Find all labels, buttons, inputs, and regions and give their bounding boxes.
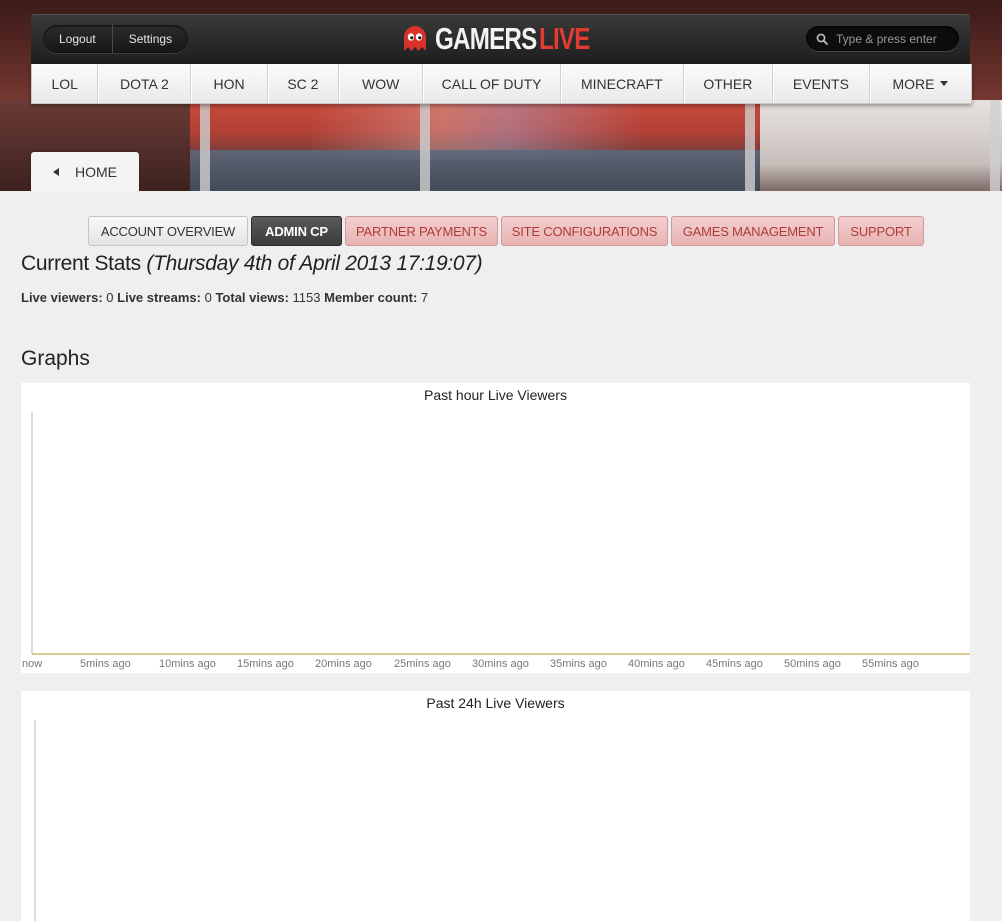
nav-item-more[interactable]: MORE xyxy=(870,64,971,103)
nav-item-label: EVENTS xyxy=(792,75,849,92)
nav-item-label: MINECRAFT xyxy=(581,75,663,92)
x-tick-label: 5mins ago xyxy=(80,658,131,670)
nav-item-other[interactable]: OTHER xyxy=(684,64,773,103)
header-banner: Logout Settings GAMERS LIVE LOL DOTA 2 HON… xyxy=(0,0,1002,191)
chart-title: Past 24h Live Viewers xyxy=(426,695,565,711)
live-streams-label: Live streams: xyxy=(117,290,201,305)
logo-word-gamers: GAMERS xyxy=(435,21,537,56)
x-tick-label: 45mins ago xyxy=(706,658,763,670)
search-icon xyxy=(816,33,828,45)
x-tick-label: 50mins ago xyxy=(784,658,841,670)
tab-admin-cp[interactable]: ADMIN CP xyxy=(251,216,342,246)
nav-item-label: SC 2 xyxy=(287,75,319,92)
tab-partner-payments[interactable]: PARTNER PAYMENTS xyxy=(345,216,498,246)
nav-item-label: WOW xyxy=(361,75,400,92)
nav-item-call-of-duty[interactable]: CALL OF DUTY xyxy=(423,64,561,103)
nav-item-wow[interactable]: WOW xyxy=(339,64,424,103)
logout-button[interactable]: Logout xyxy=(43,25,112,53)
nav-item-dota-2[interactable]: DOTA 2 xyxy=(98,64,192,103)
page-title: Current Stats (Thursday 4th of April 201… xyxy=(21,252,483,276)
back-arrow-icon xyxy=(53,167,59,176)
stats-timestamp: (Thursday 4th of April 2013 17:19:07) xyxy=(146,252,483,275)
banner-truss xyxy=(745,100,755,191)
chart-past-24h-plot xyxy=(34,720,36,921)
tab-site-configurations[interactable]: SITE CONFIGURATIONS xyxy=(501,216,668,246)
settings-button[interactable]: Settings xyxy=(113,25,188,53)
site-logo[interactable]: GAMERS LIVE xyxy=(401,22,604,56)
tab-account-overview[interactable]: ACCOUNT OVERVIEW xyxy=(88,216,248,246)
banner-truss xyxy=(420,100,430,191)
caret-down-icon xyxy=(940,81,949,86)
x-tick-label: 40mins ago xyxy=(628,658,685,670)
chart-past-hour: now 5mins ago 10mins ago 15mins ago 20mins a… xyxy=(21,383,970,673)
member-count-label: Member count: xyxy=(324,290,418,305)
search-box xyxy=(806,26,959,51)
banner-photo-floor xyxy=(190,150,780,191)
x-tick-label: 30mins ago xyxy=(472,658,529,670)
nav-item-label: CALL OF DUTY xyxy=(441,75,542,92)
ghost-icon xyxy=(404,26,426,51)
x-tick-label: now xyxy=(22,658,42,670)
x-tick-label: 35mins ago xyxy=(550,658,607,670)
chart-past-hour-plot: now 5mins ago 10mins ago 15mins ago 20mins a… xyxy=(22,412,970,670)
stats-summary: Live viewers: 0 Live streams: 0 Total vi… xyxy=(21,290,428,305)
nav-item-label: DOTA 2 xyxy=(120,75,169,92)
nav-item-minecraft[interactable]: MINECRAFT xyxy=(561,64,684,103)
x-tick-label: 20mins ago xyxy=(315,658,372,670)
user-controls: Logout Settings xyxy=(43,25,189,53)
banner-truss xyxy=(200,100,210,191)
home-tab[interactable]: HOME xyxy=(31,152,139,191)
admin-tabs: ACCOUNT OVERVIEW ADMIN CP PARTNER PAYMENTS… xyxy=(88,216,924,246)
x-tick-label: 10mins ago xyxy=(159,658,216,670)
nav-item-label: MORE xyxy=(892,75,935,92)
chart-title: Past hour Live Viewers xyxy=(424,387,567,403)
nav-item-lol[interactable]: LOL xyxy=(32,64,99,103)
nav-item-label: LOL xyxy=(51,75,78,92)
x-tick-label: 15mins ago xyxy=(237,658,294,670)
nav-item-sc-2[interactable]: SC 2 xyxy=(268,64,340,103)
tab-games-management[interactable]: GAMES MANAGEMENT xyxy=(671,216,835,246)
total-views-label: Total views: xyxy=(215,290,289,305)
search-input[interactable] xyxy=(834,30,953,47)
live-viewers-label: Live viewers: xyxy=(21,290,103,305)
tab-support[interactable]: SUPPORT xyxy=(838,216,924,246)
nav-item-label: HON xyxy=(213,75,245,92)
nav-item-events[interactable]: EVENTS xyxy=(773,64,870,103)
member-count-value: 7 xyxy=(420,290,429,305)
home-tab-label: HOME xyxy=(75,163,117,180)
banner-truss xyxy=(990,100,1000,191)
nav-item-label: OTHER xyxy=(703,75,753,92)
chart-past-24h: Past 24h Live Viewers xyxy=(21,691,970,921)
total-views-value: 1153 xyxy=(292,290,321,305)
graphs-heading: Graphs xyxy=(21,347,90,370)
main-nav: LOL DOTA 2 HON SC 2 WOW CALL OF DUTY MINECRAFT… xyxy=(31,64,972,104)
x-tick-label: 25mins ago xyxy=(394,658,451,670)
live-viewers-value: 0 xyxy=(106,290,114,305)
nav-item-hon[interactable]: HON xyxy=(191,64,268,103)
banner-photo-right xyxy=(760,100,1002,191)
top-bar: Logout Settings GAMERS LIVE xyxy=(31,14,970,64)
live-streams-value: 0 xyxy=(204,290,212,305)
x-tick-label: 55mins ago xyxy=(862,658,919,670)
logo-word-live: LIVE xyxy=(539,21,590,56)
stats-title: Current Stats xyxy=(21,252,141,275)
